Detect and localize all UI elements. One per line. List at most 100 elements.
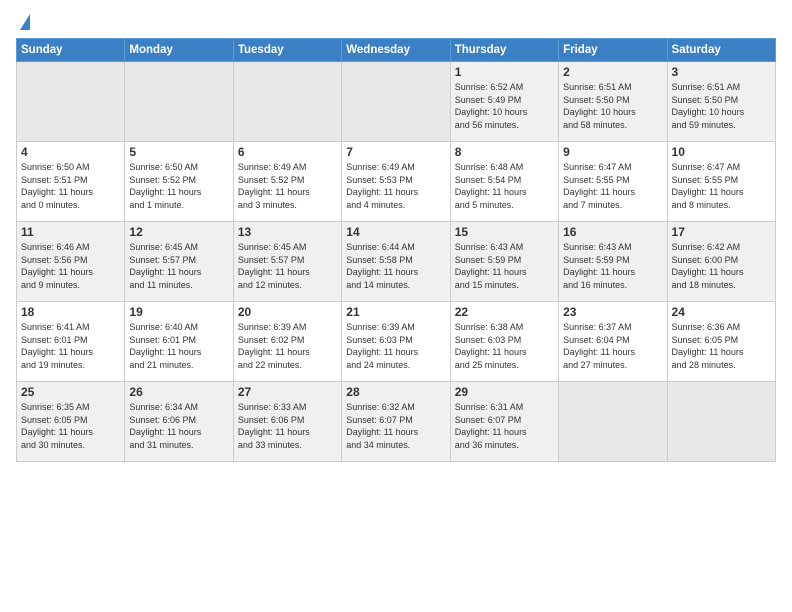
calendar-cell: 4 Sunrise: 6:50 AM Sunset: 5:51 PM Daylig… bbox=[17, 142, 125, 222]
weekday-header-saturday: Saturday bbox=[667, 39, 775, 62]
day-number: 8 bbox=[455, 145, 554, 159]
day-info: Sunrise: 6:33 AM Sunset: 6:06 PM Dayligh… bbox=[238, 401, 337, 451]
calendar-cell: 13Sunrise: 6:45 AM Sunset: 5:57 PM Dayli… bbox=[233, 222, 341, 302]
calendar-cell: 12 Sunrise: 6:45 AM Sunset: 5:57 PM Dayli… bbox=[125, 222, 233, 302]
day-info: Sunrise: 6:36 AM Sunset: 6:05 PM Dayligh… bbox=[672, 321, 771, 371]
day-number: 18 bbox=[21, 305, 120, 319]
day-number: 13 bbox=[238, 225, 337, 239]
day-info: Sunrise: 6:38 AM Sunset: 6:03 PM Dayligh… bbox=[455, 321, 554, 371]
calendar-cell: 14Sunrise: 6:44 AM Sunset: 5:58 PM Dayli… bbox=[342, 222, 450, 302]
calendar-row-1: 4 Sunrise: 6:50 AM Sunset: 5:51 PM Daylig… bbox=[17, 142, 776, 222]
calendar-cell: 20 Sunrise: 6:39 AM Sunset: 6:02 PM Dayli… bbox=[233, 302, 341, 382]
day-info: Sunrise: 6:49 AM Sunset: 5:52 PM Dayligh… bbox=[238, 161, 337, 211]
calendar-cell bbox=[233, 62, 341, 142]
calendar-cell: 17 Sunrise: 6:42 AM Sunset: 6:00 PM Dayli… bbox=[667, 222, 775, 302]
weekday-header-thursday: Thursday bbox=[450, 39, 558, 62]
day-number: 9 bbox=[563, 145, 662, 159]
day-info: Sunrise: 6:49 AM Sunset: 5:53 PM Dayligh… bbox=[346, 161, 445, 211]
calendar-cell: 9 Sunrise: 6:47 AM Sunset: 5:55 PM Daylig… bbox=[559, 142, 667, 222]
day-info: Sunrise: 6:47 AM Sunset: 5:55 PM Dayligh… bbox=[563, 161, 662, 211]
day-number: 22 bbox=[455, 305, 554, 319]
day-number: 27 bbox=[238, 385, 337, 399]
calendar-row-3: 18 Sunrise: 6:41 AM Sunset: 6:01 PM Dayli… bbox=[17, 302, 776, 382]
weekday-header-sunday: Sunday bbox=[17, 39, 125, 62]
day-number: 28 bbox=[346, 385, 445, 399]
calendar-cell: 23Sunrise: 6:37 AM Sunset: 6:04 PM Dayli… bbox=[559, 302, 667, 382]
calendar-cell: 6Sunrise: 6:49 AM Sunset: 5:52 PM Daylig… bbox=[233, 142, 341, 222]
day-number: 5 bbox=[129, 145, 228, 159]
calendar-cell: 2 Sunrise: 6:51 AM Sunset: 5:50 PM Daylig… bbox=[559, 62, 667, 142]
calendar-cell: 19Sunrise: 6:40 AM Sunset: 6:01 PM Dayli… bbox=[125, 302, 233, 382]
day-info: Sunrise: 6:45 AM Sunset: 5:57 PM Dayligh… bbox=[129, 241, 228, 291]
calendar-row-0: 1 Sunrise: 6:52 AM Sunset: 5:49 PM Daylig… bbox=[17, 62, 776, 142]
day-number: 16 bbox=[563, 225, 662, 239]
calendar-cell: 3 Sunrise: 6:51 AM Sunset: 5:50 PM Daylig… bbox=[667, 62, 775, 142]
day-info: Sunrise: 6:35 AM Sunset: 6:05 PM Dayligh… bbox=[21, 401, 120, 451]
day-number: 26 bbox=[129, 385, 228, 399]
calendar-cell: 8 Sunrise: 6:48 AM Sunset: 5:54 PM Daylig… bbox=[450, 142, 558, 222]
calendar-cell: 10Sunrise: 6:47 AM Sunset: 5:55 PM Dayli… bbox=[667, 142, 775, 222]
calendar-table: SundayMondayTuesdayWednesdayThursdayFrid… bbox=[16, 38, 776, 462]
weekday-header-friday: Friday bbox=[559, 39, 667, 62]
calendar-cell: 26 Sunrise: 6:34 AM Sunset: 6:06 PM Dayli… bbox=[125, 382, 233, 462]
day-info: Sunrise: 6:40 AM Sunset: 6:01 PM Dayligh… bbox=[129, 321, 228, 371]
logo-triangle-icon bbox=[20, 14, 30, 30]
calendar-cell: 21Sunrise: 6:39 AM Sunset: 6:03 PM Dayli… bbox=[342, 302, 450, 382]
calendar-cell: 24 Sunrise: 6:36 AM Sunset: 6:05 PM Dayli… bbox=[667, 302, 775, 382]
logo-area bbox=[16, 14, 30, 32]
day-info: Sunrise: 6:39 AM Sunset: 6:02 PM Dayligh… bbox=[238, 321, 337, 371]
day-info: Sunrise: 6:50 AM Sunset: 5:52 PM Dayligh… bbox=[129, 161, 228, 211]
day-number: 2 bbox=[563, 65, 662, 79]
day-info: Sunrise: 6:52 AM Sunset: 5:49 PM Dayligh… bbox=[455, 81, 554, 131]
day-info: Sunrise: 6:32 AM Sunset: 6:07 PM Dayligh… bbox=[346, 401, 445, 451]
calendar-row-2: 11 Sunrise: 6:46 AM Sunset: 5:56 PM Dayli… bbox=[17, 222, 776, 302]
day-number: 12 bbox=[129, 225, 228, 239]
day-number: 11 bbox=[21, 225, 120, 239]
day-number: 4 bbox=[21, 145, 120, 159]
day-number: 1 bbox=[455, 65, 554, 79]
calendar-cell: 11 Sunrise: 6:46 AM Sunset: 5:56 PM Dayli… bbox=[17, 222, 125, 302]
calendar-cell: 15 Sunrise: 6:43 AM Sunset: 5:59 PM Dayli… bbox=[450, 222, 558, 302]
calendar-cell: 22 Sunrise: 6:38 AM Sunset: 6:03 PM Dayli… bbox=[450, 302, 558, 382]
day-number: 20 bbox=[238, 305, 337, 319]
calendar-cell: 16Sunrise: 6:43 AM Sunset: 5:59 PM Dayli… bbox=[559, 222, 667, 302]
day-number: 29 bbox=[455, 385, 554, 399]
day-number: 7 bbox=[346, 145, 445, 159]
day-number: 21 bbox=[346, 305, 445, 319]
calendar-cell: 1 Sunrise: 6:52 AM Sunset: 5:49 PM Daylig… bbox=[450, 62, 558, 142]
calendar-cell: 18 Sunrise: 6:41 AM Sunset: 6:01 PM Dayli… bbox=[17, 302, 125, 382]
weekday-header-wednesday: Wednesday bbox=[342, 39, 450, 62]
day-info: Sunrise: 6:50 AM Sunset: 5:51 PM Dayligh… bbox=[21, 161, 120, 211]
calendar-cell: 7 Sunrise: 6:49 AM Sunset: 5:53 PM Daylig… bbox=[342, 142, 450, 222]
day-info: Sunrise: 6:37 AM Sunset: 6:04 PM Dayligh… bbox=[563, 321, 662, 371]
calendar-row-4: 25 Sunrise: 6:35 AM Sunset: 6:05 PM Dayli… bbox=[17, 382, 776, 462]
day-number: 17 bbox=[672, 225, 771, 239]
day-number: 24 bbox=[672, 305, 771, 319]
calendar-cell: 29 Sunrise: 6:31 AM Sunset: 6:07 PM Dayli… bbox=[450, 382, 558, 462]
day-info: Sunrise: 6:51 AM Sunset: 5:50 PM Dayligh… bbox=[672, 81, 771, 131]
calendar-cell bbox=[125, 62, 233, 142]
day-number: 14 bbox=[346, 225, 445, 239]
calendar-cell: 5 Sunrise: 6:50 AM Sunset: 5:52 PM Daylig… bbox=[125, 142, 233, 222]
calendar-cell bbox=[667, 382, 775, 462]
day-number: 15 bbox=[455, 225, 554, 239]
calendar-cell bbox=[342, 62, 450, 142]
calendar-cell: 27 Sunrise: 6:33 AM Sunset: 6:06 PM Dayli… bbox=[233, 382, 341, 462]
header bbox=[16, 14, 776, 32]
day-info: Sunrise: 6:42 AM Sunset: 6:00 PM Dayligh… bbox=[672, 241, 771, 291]
day-info: Sunrise: 6:41 AM Sunset: 6:01 PM Dayligh… bbox=[21, 321, 120, 371]
day-number: 3 bbox=[672, 65, 771, 79]
day-info: Sunrise: 6:43 AM Sunset: 5:59 PM Dayligh… bbox=[455, 241, 554, 291]
day-number: 25 bbox=[21, 385, 120, 399]
calendar-cell bbox=[17, 62, 125, 142]
day-info: Sunrise: 6:34 AM Sunset: 6:06 PM Dayligh… bbox=[129, 401, 228, 451]
calendar-page: SundayMondayTuesdayWednesdayThursdayFrid… bbox=[0, 0, 792, 612]
weekday-header-tuesday: Tuesday bbox=[233, 39, 341, 62]
calendar-cell: 28 Sunrise: 6:32 AM Sunset: 6:07 PM Dayli… bbox=[342, 382, 450, 462]
day-info: Sunrise: 6:48 AM Sunset: 5:54 PM Dayligh… bbox=[455, 161, 554, 211]
day-info: Sunrise: 6:31 AM Sunset: 6:07 PM Dayligh… bbox=[455, 401, 554, 451]
day-info: Sunrise: 6:51 AM Sunset: 5:50 PM Dayligh… bbox=[563, 81, 662, 131]
day-number: 10 bbox=[672, 145, 771, 159]
day-info: Sunrise: 6:46 AM Sunset: 5:56 PM Dayligh… bbox=[21, 241, 120, 291]
weekday-header-row: SundayMondayTuesdayWednesdayThursdayFrid… bbox=[17, 39, 776, 62]
